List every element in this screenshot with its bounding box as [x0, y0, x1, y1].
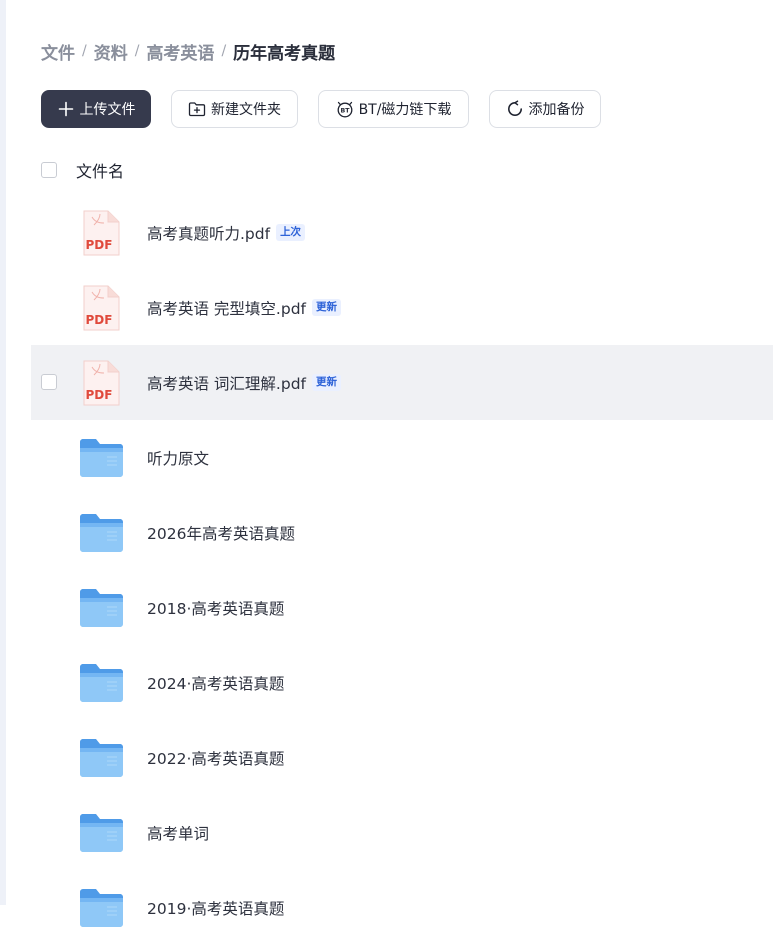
folder-name[interactable]: 2018·高考英语真题 [147, 597, 284, 619]
file-list-header: 文件名 [41, 156, 124, 184]
new-folder-button-label: 新建文件夹 [211, 102, 281, 118]
folder-name[interactable]: 高考单词 [147, 822, 209, 844]
pdf-file-icon: PDF [83, 285, 120, 331]
updated-badge: 更新 [312, 374, 341, 391]
breadcrumb-current: 历年高考真题 [233, 43, 336, 64]
breadcrumb-item-materials[interactable]: 资料 [94, 39, 128, 64]
file-row[interactable]: PDF 高考真题听力.pdf 上次 [31, 195, 773, 270]
pdf-file-icon: PDF [83, 210, 120, 256]
file-name[interactable]: 高考英语 词汇理解.pdf [147, 372, 306, 394]
pdf-file-icon: PDF [83, 360, 120, 406]
svg-text:PDF: PDF [86, 313, 113, 327]
svg-text:BT: BT [340, 107, 350, 114]
folder-name[interactable]: 2022·高考英语真题 [147, 747, 284, 769]
folder-icon [80, 889, 123, 927]
folder-row[interactable]: 听力原文 [31, 420, 773, 495]
sync-icon [506, 100, 524, 118]
file-list: PDF 高考真题听力.pdf 上次 PDF 高考英语 完型填空.pdf 更新 P… [31, 195, 773, 945]
left-edge-divider [0, 0, 6, 905]
folder-icon [80, 439, 123, 477]
upload-button[interactable]: 上传文件 [41, 90, 151, 128]
file-row[interactable]: PDF 高考英语 完型填空.pdf 更新 [31, 270, 773, 345]
svg-text:PDF: PDF [86, 238, 113, 252]
file-row-hovered[interactable]: PDF 高考英语 词汇理解.pdf 更新 [31, 345, 773, 420]
folder-name[interactable]: 2019·高考英语真题 [147, 897, 284, 919]
last-opened-badge: 上次 [276, 224, 306, 241]
upload-button-label: 上传文件 [79, 102, 136, 118]
folder-name[interactable]: 2024·高考英语真题 [147, 672, 284, 694]
folder-icon [80, 814, 123, 852]
breadcrumb-separator: / [134, 43, 140, 59]
file-name[interactable]: 高考英语 完型填空.pdf [147, 297, 306, 319]
breadcrumb-item-files[interactable]: 文件 [41, 39, 75, 64]
folder-name[interactable]: 2026年高考英语真题 [147, 522, 295, 544]
select-all-checkbox[interactable] [41, 162, 57, 178]
folder-row[interactable]: 2022·高考英语真题 [31, 720, 773, 795]
folder-icon [80, 664, 123, 702]
bt-icon: BT [336, 100, 354, 118]
breadcrumb-separator: / [221, 43, 227, 59]
row-checkbox[interactable] [41, 374, 57, 390]
breadcrumb-separator: / [82, 43, 87, 59]
folder-name[interactable]: 听力原文 [147, 447, 209, 469]
plus-icon [57, 100, 75, 118]
updated-badge: 更新 [312, 299, 341, 316]
breadcrumb-item-gaokao-english[interactable]: 高考英语 [146, 39, 214, 64]
svg-text:PDF: PDF [86, 388, 113, 402]
folder-row[interactable]: 2019·高考英语真题 [31, 870, 773, 945]
filename-column-header[interactable]: 文件名 [76, 158, 124, 182]
folder-icon [80, 514, 123, 552]
add-backup-button-label: 添加备份 [528, 102, 585, 118]
folder-row[interactable]: 高考单词 [31, 795, 773, 870]
folder-plus-icon [188, 100, 206, 118]
folder-row[interactable]: 2018·高考英语真题 [31, 570, 773, 645]
add-backup-button[interactable]: 添加备份 [489, 90, 601, 128]
folder-icon [80, 589, 123, 627]
bt-magnet-download-label: BT/磁力链下载 [358, 102, 452, 118]
new-folder-button[interactable]: 新建文件夹 [171, 90, 298, 128]
breadcrumb: 文件 / 资料 / 高考英语 / 历年高考真题 [41, 38, 335, 64]
folder-icon [80, 739, 123, 777]
folder-row[interactable]: 2026年高考英语真题 [31, 495, 773, 570]
folder-row[interactable]: 2024·高考英语真题 [31, 645, 773, 720]
bt-magnet-download-button[interactable]: BT BT/磁力链下载 [318, 90, 469, 128]
file-name[interactable]: 高考真题听力.pdf [147, 222, 270, 244]
